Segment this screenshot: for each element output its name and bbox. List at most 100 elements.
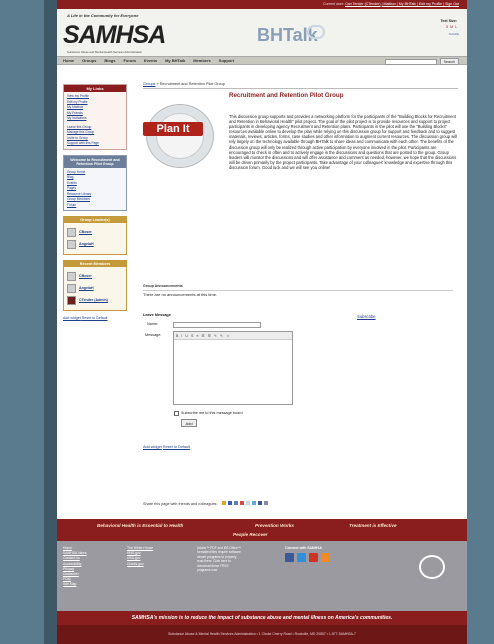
member-name[interactable]: CBoser <box>79 230 92 236</box>
page: Current user: Carl Tender (CTender) | Ma… <box>57 0 467 644</box>
underline-icon[interactable]: U <box>185 334 188 338</box>
italic-icon[interactable]: I <box>181 334 182 338</box>
add-button[interactable]: Add <box>181 419 197 427</box>
stumble-icon[interactable] <box>239 501 244 505</box>
nav-groups[interactable]: Groups <box>82 58 96 63</box>
strike-icon[interactable]: S <box>191 334 193 338</box>
font-color-icon[interactable]: ✎ <box>214 334 217 338</box>
member-name[interactable]: AngelaH <box>79 242 94 248</box>
band-text-3: Treatment is Effective <box>349 523 397 528</box>
twitter-icon[interactable] <box>251 501 256 505</box>
announcements-text: There are no announcements at this time. <box>143 290 453 297</box>
footer-col-2: The White House HHS.gov USA.gov Grants.g… <box>127 546 153 567</box>
twitter-icon[interactable] <box>297 553 306 562</box>
footer-pdf-info[interactable]: Adobe™ PDF and MS Office™ formatted file… <box>197 546 243 572</box>
editor-toolbar: B I U S ≡ ☰ ☰ ✎ ✎ ☺ <box>174 332 292 340</box>
social-icons <box>285 553 330 562</box>
reset-default-link[interactable]: Reset to Default <box>163 445 190 449</box>
reset-default-link[interactable]: Reset to Default <box>82 316 108 320</box>
address-line: Substance Abuse & Mental Health Services… <box>57 625 467 644</box>
text-size-label: Text Size: <box>440 19 457 23</box>
tagline: A Life in the Community for Everyone <box>67 13 139 18</box>
bullet-list-icon[interactable]: ≡ <box>196 334 198 338</box>
band-text-2: Prevention Works <box>255 523 294 528</box>
name-field[interactable] <box>173 322 261 328</box>
myspace-icon[interactable] <box>263 501 268 505</box>
rss-icon[interactable] <box>321 553 330 562</box>
avatar <box>67 284 76 293</box>
number-list-icon[interactable]: ☰ <box>202 334 205 338</box>
footer-link[interactable]: Site Map <box>63 582 87 587</box>
add-widget-link[interactable]: Add widget <box>143 445 162 449</box>
share-bar: Share this page with friends and colleag… <box>143 501 268 506</box>
text-size-medium-button[interactable]: M <box>450 25 453 29</box>
widget-links: Add widget Reset to Default <box>143 445 190 449</box>
name-label: Name: <box>147 322 159 326</box>
bold-icon[interactable]: B <box>176 334 178 338</box>
group-link[interactable]: Forum <box>67 203 123 209</box>
announcements-header: Group Announcements <box>143 284 183 288</box>
subscribe-link[interactable]: Subscribe <box>357 314 376 319</box>
facebook-icon[interactable] <box>257 501 262 505</box>
samhsa-logo[interactable]: SAMHSA <box>63 21 166 50</box>
mission-band: Behavioral Health is Essential to Health… <box>57 519 467 541</box>
search-input[interactable] <box>385 58 437 65</box>
subscribe-checkbox-label: Subscribe me to this message board <box>181 411 243 415</box>
current-user-link[interactable]: Carl Tender (CTender) <box>345 2 381 6</box>
email-icon[interactable] <box>221 501 226 505</box>
top-user-bar: Current user: Carl Tender (CTender) | Ma… <box>57 0 467 9</box>
band-text-1: Behavioral Health is Essential to Health <box>97 523 184 528</box>
search-button[interactable]: Search <box>439 58 459 65</box>
facebook-icon[interactable] <box>285 553 294 562</box>
member-item[interactable]: CBoser <box>67 272 123 281</box>
nav-events[interactable]: Events <box>144 58 157 63</box>
group-leaders-box: Group Leader(s) CBoser AngelaH <box>63 216 127 255</box>
nav-support[interactable]: Support <box>219 58 234 63</box>
member-name[interactable]: AngelaH <box>79 286 94 292</box>
nav-members[interactable]: Members <box>193 58 211 63</box>
sidebar-link[interactable]: Support with this Page <box>67 141 123 147</box>
message-editor[interactable]: B I U S ≡ ☰ ☰ ✎ ✎ ☺ <box>173 331 293 405</box>
breadcrumb-current: Recruitment and Retention Pilot Group <box>159 82 225 86</box>
delicious-icon[interactable] <box>227 501 232 505</box>
my-links-title: My Links <box>64 85 126 92</box>
breadcrumb: Groups » Recruitment and Retention Pilot… <box>143 82 458 89</box>
add-widget-link[interactable]: Add widget <box>63 316 81 320</box>
page-title: Recruitment and Retention Pilot Group <box>229 92 344 99</box>
reddit-icon[interactable] <box>245 501 250 505</box>
emoticon-icon[interactable]: ☺ <box>226 334 230 338</box>
text-size-large-button[interactable]: L <box>455 25 457 29</box>
avatar <box>67 228 76 237</box>
member-item[interactable]: CTender (Admin) <box>67 296 123 305</box>
nav-forum[interactable]: Forum <box>123 58 135 63</box>
recent-members-box: Recent Members CBoser AngelaH CTender (A… <box>63 260 127 311</box>
digg-icon[interactable] <box>233 501 238 505</box>
welcome-box: Welcome to Recruitment and Retention Pil… <box>63 154 127 211</box>
sidebar-link[interactable]: My Invitations <box>67 116 123 122</box>
nav-my-bhtalk[interactable]: My BHTalk <box>165 58 185 63</box>
subscribe-checkbox[interactable] <box>174 411 179 416</box>
hhs-eagle-icon[interactable] <box>419 555 445 579</box>
speech-bubble-icon <box>307 25 325 39</box>
mission-statement: SAMHSA's mission is to reduce the impact… <box>57 611 467 625</box>
member-item[interactable]: AngelaH <box>67 284 123 293</box>
connect-title: Connect with SAMHSA <box>285 546 322 550</box>
member-name[interactable]: CBoser <box>79 274 92 280</box>
header-brand: A Life in the Community for Everyone SAM… <box>57 9 467 56</box>
nav-blogs[interactable]: Blogs <box>104 58 115 63</box>
sidebar: My Links View my Profile Edit my Profile… <box>63 84 127 320</box>
plan-it-logo: Plan It <box>143 104 214 168</box>
member-item[interactable]: AngelaH <box>67 240 123 249</box>
highlight-icon[interactable]: ✎ <box>220 334 223 338</box>
member-item[interactable]: CBoser <box>67 228 123 237</box>
breadcrumb-groups-link[interactable]: Groups <box>143 82 155 86</box>
main-content: Groups » Recruitment and Retention Pilot… <box>143 82 458 506</box>
text-size-small-button[interactable]: S <box>446 25 448 29</box>
nav-home[interactable]: Home <box>63 58 74 63</box>
member-name[interactable]: CTender (Admin) <box>79 298 108 304</box>
share-link[interactable]: SHARE <box>449 32 459 36</box>
indent-icon[interactable]: ☰ <box>208 334 211 338</box>
footer-link[interactable]: Grants.gov <box>127 562 153 567</box>
youtube-icon[interactable] <box>309 553 318 562</box>
user-links[interactable]: | Mailbox | My BHTalk | Edit my Profile … <box>382 2 459 6</box>
